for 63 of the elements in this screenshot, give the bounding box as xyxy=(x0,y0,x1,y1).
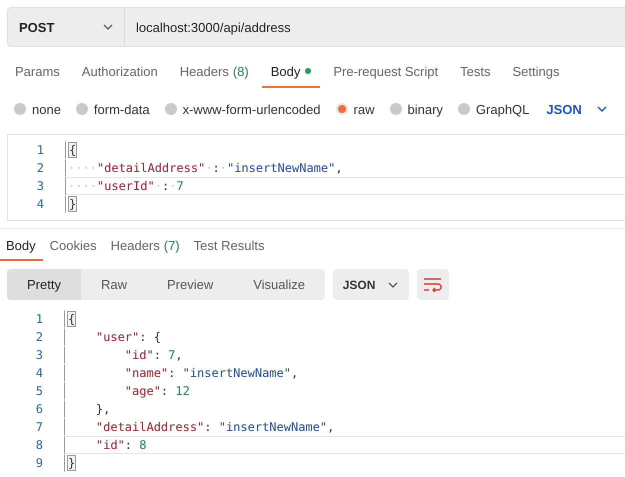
request-tab[interactable]: Body xyxy=(262,56,320,88)
view-mode-tab[interactable]: Pretty xyxy=(7,269,81,300)
response-tab[interactable]: Cookies xyxy=(42,231,104,261)
code-line: ····"detailAddress"·:·"insertNewName", xyxy=(65,159,625,177)
line-number: 1 xyxy=(36,143,45,157)
code-line: "id": 7, xyxy=(64,346,625,364)
wrap-lines-icon xyxy=(423,276,444,292)
format-dropdown[interactable]: JSON xyxy=(333,269,410,300)
line-number: 3 xyxy=(36,179,45,193)
request-tab[interactable]: Pre-request Script xyxy=(324,56,448,88)
body-type-option[interactable]: x-www-form-urlencoded xyxy=(164,102,321,116)
format-dropdown[interactable]: JSON xyxy=(546,102,608,116)
view-mode-tab[interactable]: Visualize xyxy=(233,269,326,300)
view-mode-tab[interactable]: Preview xyxy=(146,269,234,300)
line-number: 4 xyxy=(34,366,44,380)
radio-button[interactable] xyxy=(14,103,26,115)
code-line: ····"userId"·:·7 xyxy=(65,177,625,195)
body-type-option[interactable]: binary xyxy=(390,102,443,116)
url-field[interactable]: localhost:3000/api/address xyxy=(125,7,625,47)
code-line: { xyxy=(64,310,625,328)
code-line: } xyxy=(64,454,625,472)
body-type-option[interactable]: form-data xyxy=(76,102,150,116)
code-line: "name": "insertNewName", xyxy=(64,364,625,382)
line-number: 2 xyxy=(36,161,45,175)
radio-button[interactable] xyxy=(164,103,177,115)
line-number: 9 xyxy=(34,456,44,470)
radio-button[interactable] xyxy=(458,103,470,115)
request-tab[interactable]: Settings xyxy=(503,56,568,88)
request-tab[interactable]: Authorization xyxy=(72,56,167,88)
radio-button[interactable] xyxy=(76,103,88,115)
request-tab[interactable]: Headers (8) xyxy=(170,56,258,88)
radio-button[interactable] xyxy=(336,103,348,115)
body-type-option[interactable]: GraphQL xyxy=(458,102,530,116)
line-number: 2 xyxy=(34,330,44,344)
response-tab[interactable]: Test Results xyxy=(186,231,272,261)
chevron-down-icon xyxy=(596,105,608,113)
line-number: 6 xyxy=(34,402,44,416)
request-tab[interactable]: Tests xyxy=(451,56,500,88)
request-body-editor[interactable]: 1 { 2 ····"detailAddress"·:·"insertNewName", 3 ····"userId"·:·7 4 } xyxy=(7,134,625,221)
chevron-down-icon xyxy=(387,280,400,288)
method-dropdown[interactable]: POST xyxy=(7,7,125,47)
view-mode-tab[interactable]: Raw xyxy=(80,269,147,300)
request-tab[interactable]: Params xyxy=(6,56,69,88)
response-tab[interactable]: Headers (7) xyxy=(104,231,187,261)
code-line: } xyxy=(65,195,625,213)
line-number: 1 xyxy=(34,312,44,326)
line-number: 7 xyxy=(34,420,44,434)
code-line: "id": 8 xyxy=(64,436,625,454)
response-tab[interactable]: Body xyxy=(0,231,43,261)
body-type-option[interactable]: none xyxy=(14,102,61,116)
code-line: }, xyxy=(64,400,625,418)
line-number: 3 xyxy=(34,348,44,362)
body-type-option[interactable]: raw xyxy=(336,102,374,116)
code-line: "detailAddress": "insertNewName", xyxy=(64,418,625,436)
code-line: { xyxy=(65,141,625,159)
line-number: 5 xyxy=(34,384,44,398)
wrap-lines-button[interactable] xyxy=(417,269,450,300)
code-line: "user": { xyxy=(64,328,625,346)
chevron-down-icon xyxy=(102,23,114,31)
radio-button[interactable] xyxy=(390,103,402,115)
line-number: 4 xyxy=(36,197,45,211)
line-number: 8 xyxy=(34,438,44,452)
code-line: "age": 12 xyxy=(64,382,625,400)
